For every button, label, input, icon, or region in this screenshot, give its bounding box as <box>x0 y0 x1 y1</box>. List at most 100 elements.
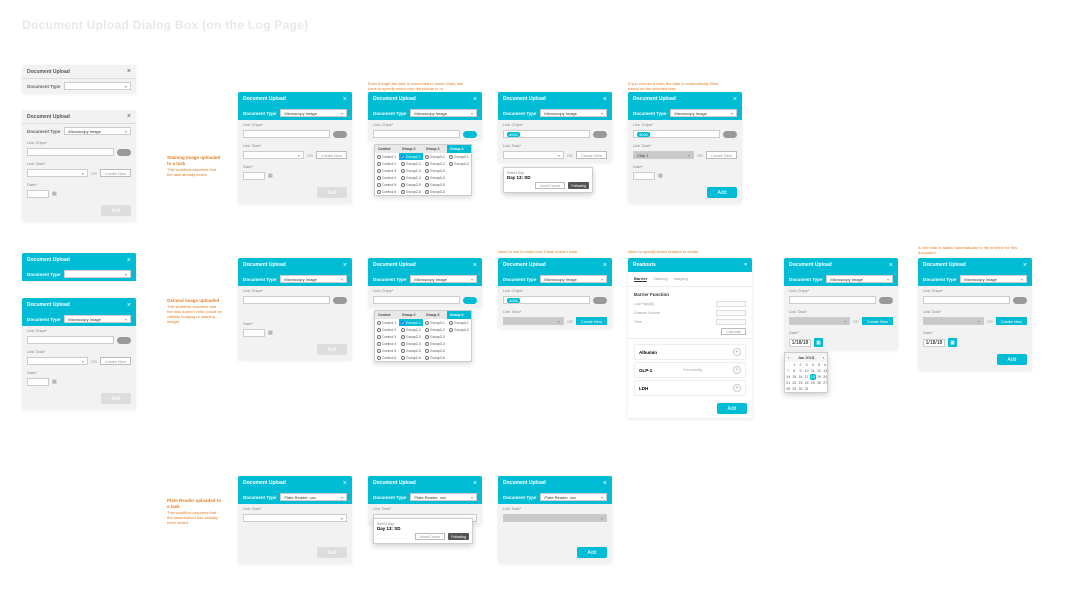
link-chips-input[interactable]: 4000 <box>503 130 590 138</box>
tab-barrier[interactable]: Barrier <box>634 276 647 282</box>
add-button[interactable]: Add <box>317 187 347 198</box>
create-new-button[interactable]: Create New <box>100 357 131 365</box>
doc-type-select[interactable]: Microscopy Image▾ <box>410 275 477 283</box>
date-input[interactable] <box>27 378 49 386</box>
cal-prev[interactable]: ‹ <box>788 355 789 360</box>
create-new-button[interactable]: Create New <box>996 317 1027 325</box>
link-task-select[interactable]: ▾ <box>789 317 850 325</box>
calendar-icon[interactable]: ▦ <box>52 191 57 197</box>
close-icon[interactable]: × <box>127 302 131 309</box>
doc-type-select[interactable]: Microscopy Image▾ <box>64 127 131 135</box>
task-date-popup[interactable]: Select Day Day 13: SD None/Cancel Follow… <box>503 167 593 193</box>
chip-dropdown-r2[interactable]: Control Control 1Control 2Control 3Contr… <box>374 310 472 362</box>
date-input[interactable] <box>633 172 655 180</box>
close-icon[interactable]: × <box>473 262 477 269</box>
doc-type-select[interactable]: ▾ <box>64 270 131 278</box>
link-task-select[interactable]: ▾ <box>503 151 564 159</box>
link-chips-input[interactable] <box>373 130 460 138</box>
date-input[interactable]: 1/18/18 <box>789 339 811 347</box>
create-new-button[interactable]: Create New <box>576 317 607 325</box>
doc-type-select[interactable]: Plate Reader .csv▾ <box>280 493 347 501</box>
link-chips-input[interactable] <box>27 148 114 156</box>
doc-type-select[interactable]: Microscopy Image▾ <box>64 315 131 323</box>
chip-dropdown[interactable]: Control Control 1Control 2Control 3Contr… <box>374 144 472 196</box>
doc-type-select[interactable]: ▾ <box>64 82 131 90</box>
add-readout-icon[interactable]: + <box>733 366 741 374</box>
link-task-select[interactable]: ▾ <box>503 514 607 522</box>
link-chips-input[interactable] <box>243 296 330 304</box>
close-icon[interactable]: × <box>127 113 131 120</box>
readout-field-input[interactable] <box>716 310 746 316</box>
close-icon[interactable]: × <box>127 68 131 75</box>
calendar-icon[interactable]: ▦ <box>268 330 273 336</box>
doc-type-select[interactable]: Microscopy Image▾ <box>280 275 347 283</box>
link-task-select[interactable]: ▾ <box>503 317 564 325</box>
link-chips-input[interactable] <box>243 130 330 138</box>
date-input[interactable] <box>27 190 49 198</box>
doc-type-select[interactable]: Microscopy Image▾ <box>410 109 477 117</box>
close-icon[interactable]: × <box>733 96 737 103</box>
link-chips-input[interactable] <box>923 296 1010 304</box>
doc-type-select[interactable]: Microscopy Image▾ <box>280 109 347 117</box>
link-chips-input[interactable]: 4000 <box>503 296 590 304</box>
popup-cancel[interactable]: None/Cancel <box>415 533 445 540</box>
close-icon[interactable]: × <box>1023 262 1027 269</box>
doc-type-select[interactable]: Microscopy Image▾ <box>540 275 607 283</box>
add-button[interactable]: Add <box>577 547 607 558</box>
date-input[interactable]: 1/18/18 <box>923 339 945 347</box>
close-icon[interactable]: × <box>889 262 893 269</box>
add-button[interactable]: Add <box>707 187 737 198</box>
date-input[interactable] <box>243 172 265 180</box>
add-button[interactable]: Add <box>317 547 347 558</box>
calendar-day[interactable]: 31 <box>804 386 810 392</box>
doc-type-select[interactable]: Microscopy Image▾ <box>540 109 607 117</box>
calendar-day[interactable]: 27 <box>822 380 828 386</box>
create-new-button[interactable]: Create New <box>316 151 347 159</box>
close-icon[interactable]: × <box>603 262 607 269</box>
calendar-popup[interactable]: ‹Jan 2018› 12345678910111213141516171819… <box>784 352 828 393</box>
popup-confirm[interactable]: Following <box>568 182 589 189</box>
cal-next[interactable]: › <box>823 355 824 360</box>
readouts-add-button[interactable]: Add <box>717 403 747 414</box>
calendar-icon[interactable]: ▦ <box>52 379 57 385</box>
tab-imaging[interactable]: Imaging <box>674 276 688 282</box>
doc-type-select[interactable]: Plate Reader .csv▾ <box>410 493 477 501</box>
link-task-select[interactable]: ▾ <box>923 317 984 325</box>
create-new-button[interactable]: Create New <box>862 317 893 325</box>
link-chips-input[interactable] <box>373 296 460 304</box>
tab-staining[interactable]: Staining <box>653 276 667 282</box>
create-new-button[interactable]: Create New <box>576 151 607 159</box>
doc-type-select[interactable]: Microscopy Image▾ <box>826 275 893 283</box>
chip-pill[interactable] <box>117 149 131 156</box>
close-icon[interactable]: × <box>473 480 477 487</box>
add-button[interactable]: Add <box>997 354 1027 365</box>
add-readout-icon[interactable]: + <box>733 384 741 392</box>
calculate-button[interactable]: Calculate <box>721 328 746 335</box>
popup-cancel[interactable]: None/Cancel <box>535 182 565 189</box>
close-icon[interactable]: × <box>343 262 347 269</box>
close-icon[interactable]: × <box>473 96 477 103</box>
close-icon[interactable]: × <box>127 257 131 264</box>
add-button[interactable]: Add <box>101 393 131 404</box>
doc-type-select[interactable]: Plate Reader .csv▾ <box>540 493 607 501</box>
close-icon[interactable]: × <box>343 96 347 103</box>
task-date-popup-r3[interactable]: Select Day Day 13: SD None/Cancel Follow… <box>373 518 473 544</box>
add-readout-icon[interactable]: + <box>733 348 741 356</box>
link-chips-input[interactable] <box>789 296 876 304</box>
close-icon[interactable]: × <box>343 480 347 487</box>
create-new-button[interactable]: Create New <box>706 151 737 159</box>
doc-type-select[interactable]: Microscopy Image▾ <box>670 109 737 117</box>
link-task-select[interactable]: ▾ <box>243 514 347 522</box>
doc-type-select[interactable]: Microscopy Image▾ <box>960 275 1027 283</box>
calendar-icon[interactable]: ▦ <box>268 173 273 179</box>
link-task-select[interactable]: Chip 1▾ <box>633 151 694 159</box>
calendar-icon[interactable]: ▦ <box>658 173 663 179</box>
close-icon[interactable]: × <box>744 262 747 268</box>
create-new-button[interactable]: Create New <box>100 169 131 177</box>
popup-confirm[interactable]: Following <box>448 533 469 540</box>
close-icon[interactable]: × <box>603 96 607 103</box>
link-chips-input[interactable] <box>27 336 114 344</box>
link-chips-input[interactable]: 4000 <box>633 130 720 138</box>
add-button[interactable]: Add <box>317 344 347 355</box>
calendar-icon[interactable]: ▦ <box>948 338 957 347</box>
